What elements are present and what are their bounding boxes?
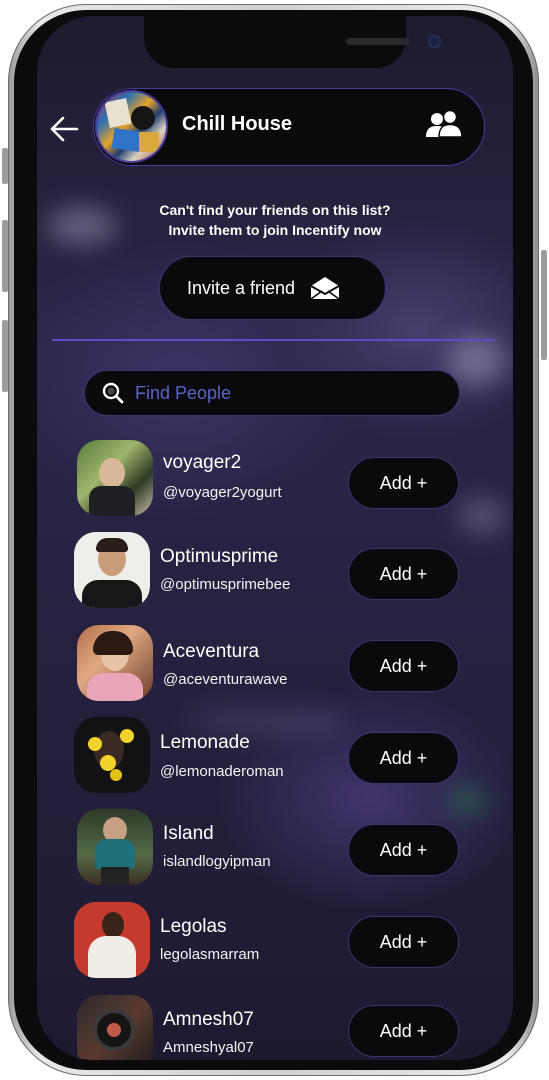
list-item: Island islandlogyipman Add + [37, 809, 513, 893]
user-handle: @aceventurawave [163, 671, 288, 688]
avatar[interactable] [77, 625, 153, 701]
list-item: Amnesh07 Amneshyal07 Add + [37, 995, 513, 1060]
arrow-left-icon [50, 116, 79, 142]
avatar[interactable] [77, 995, 153, 1060]
side-button [2, 220, 8, 292]
invite-friend-label: Invite a friend [187, 277, 296, 298]
invite-friend-button[interactable]: Invite a friend [159, 256, 386, 320]
add-friend-button[interactable]: Add + [348, 457, 459, 509]
camera [428, 35, 441, 48]
search-bar[interactable] [84, 370, 460, 416]
add-friend-button[interactable]: Add + [348, 640, 459, 692]
search-icon [102, 382, 124, 404]
app-screen: Chill House Can't find your friends on t… [37, 16, 513, 1060]
background-blur [447, 336, 507, 386]
search-input[interactable] [133, 381, 437, 405]
user-handle: Amneshyal07 [163, 1039, 254, 1056]
add-friend-button[interactable]: Add + [348, 824, 459, 876]
back-button[interactable] [47, 112, 81, 146]
user-handle: @voyager2yogurt [163, 484, 282, 501]
speaker [346, 38, 410, 45]
add-friend-button[interactable]: Add + [348, 548, 459, 600]
user-name: voyager2 [163, 452, 242, 473]
user-name: Lemonade [160, 732, 250, 753]
list-item: voyager2 @voyager2yogurt Add + [37, 440, 513, 524]
side-button [541, 250, 547, 360]
user-handle: @lemonaderoman [160, 763, 284, 780]
user-name: Legolas [160, 916, 227, 937]
add-friend-button[interactable]: Add + [348, 916, 459, 968]
user-name: Optimusprime [160, 546, 279, 567]
avatar[interactable] [77, 809, 153, 885]
list-item: Aceventura @aceventurawave Add + [37, 625, 513, 709]
group-name: Chill House [182, 113, 293, 135]
user-handle: @optimusprimebee [160, 576, 291, 593]
group-avatar [97, 92, 166, 161]
list-item: Legolas legolasmarram Add + [37, 902, 513, 986]
user-name: Island [163, 823, 214, 844]
avatar[interactable] [74, 717, 150, 793]
add-friend-button[interactable]: Add + [348, 732, 459, 784]
user-handle: islandlogyipman [163, 853, 271, 870]
add-friend-button[interactable]: Add + [348, 1005, 459, 1057]
user-name: Aceventura [163, 641, 260, 662]
list-item: Lemonade @lemonaderoman Add + [37, 717, 513, 801]
list-item: Optimusprime @optimusprimebee Add + [37, 532, 513, 616]
section-divider [52, 339, 495, 341]
invite-prompt-line-2: Invite them to join Incentify now [168, 222, 382, 238]
avatar[interactable] [74, 532, 150, 608]
friends-icon[interactable] [424, 109, 464, 143]
avatar[interactable] [74, 902, 150, 978]
notch [144, 16, 441, 68]
side-button [2, 320, 8, 392]
user-handle: legolasmarram [160, 946, 260, 963]
envelope-icon [310, 277, 340, 300]
avatar[interactable] [77, 440, 153, 516]
user-name: Amnesh07 [163, 1009, 254, 1030]
side-button [2, 148, 8, 184]
invite-prompt-line-1: Can't find your friends on this list? [159, 202, 391, 218]
group-header[interactable]: Chill House [93, 88, 485, 166]
